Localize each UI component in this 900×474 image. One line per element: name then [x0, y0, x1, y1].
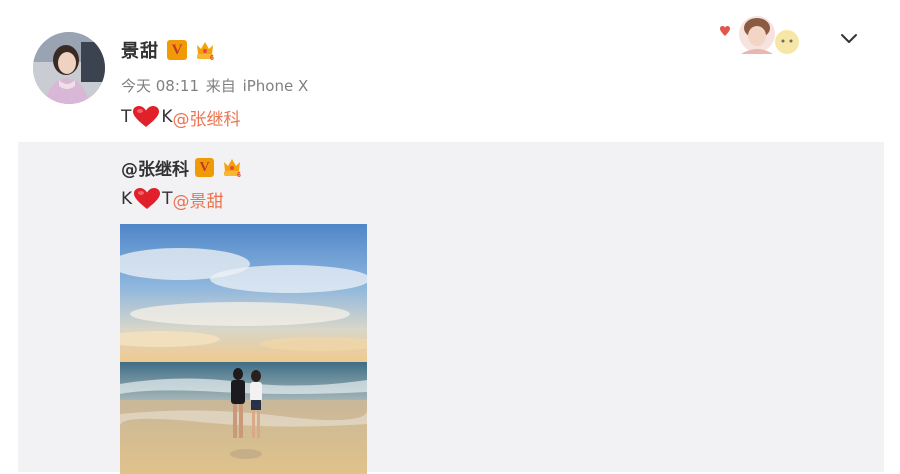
red-heart-icon — [133, 187, 161, 211]
source-prefix: 来自 — [205, 77, 236, 95]
text-before: T — [121, 107, 132, 127]
user-card-decoration — [715, 14, 805, 58]
post-meta: 今天 08:11 来自 iPhone X — [121, 75, 310, 96]
chevron-down-icon[interactable] — [837, 26, 861, 50]
author-line: 景甜 V 6 — [121, 36, 217, 64]
repost-text: K T @景甜 — [121, 186, 224, 212]
author-name[interactable]: 景甜 — [121, 37, 159, 63]
mention-link[interactable]: @张继科 — [173, 105, 241, 130]
member-crown-icon[interactable]: 6 — [220, 156, 244, 179]
post-text: T K @张继科 — [121, 105, 241, 130]
svg-text:6: 6 — [210, 55, 214, 61]
repost-text-before: K — [121, 189, 133, 209]
repost-author-line: @张继科 V 6 — [121, 154, 244, 180]
post-time[interactable]: 今天 08:11 — [121, 77, 199, 95]
member-crown-icon[interactable]: 6 — [193, 39, 217, 62]
verified-v-icon: V — [195, 157, 214, 177]
beach-photo[interactable] — [120, 224, 367, 474]
weibo-post: 景甜 V 6 今天 08:11 来自 iPhone X T K @张继科 @张继… — [0, 0, 900, 474]
verified-v-icon: V — [167, 40, 187, 60]
author-avatar[interactable] — [33, 32, 105, 104]
repost-mention-link[interactable]: @景甜 — [173, 187, 224, 212]
red-heart-icon — [132, 105, 160, 129]
repost-block[interactable]: @张继科 V 6 K T @景甜 — [18, 142, 884, 474]
repost-text-middle: T — [162, 189, 173, 209]
repost-author-name[interactable]: @张继科 — [121, 155, 189, 180]
post-source[interactable]: iPhone X — [243, 77, 309, 95]
text-middle: K — [161, 107, 173, 127]
svg-text:6: 6 — [237, 172, 241, 178]
